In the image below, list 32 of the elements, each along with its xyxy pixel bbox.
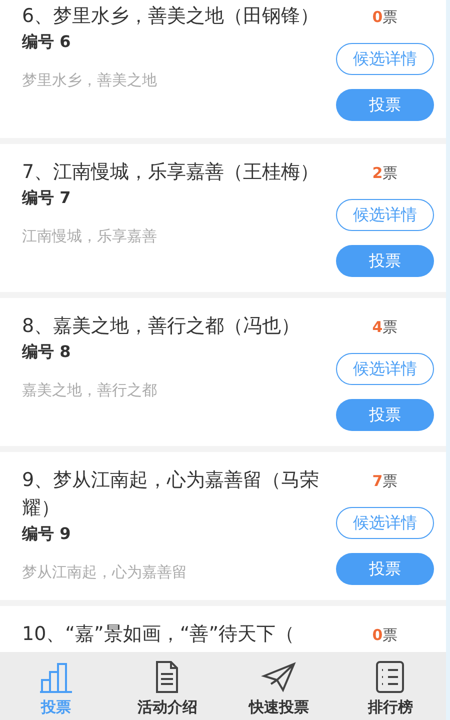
details-button[interactable]: 候选详情 (336, 353, 434, 385)
tab-bar-item[interactable]: 排行榜 (334, 652, 446, 720)
candidate-slogan: 梦里水乡，善美之地 (22, 71, 158, 90)
candidate-number: 编号 8 (22, 342, 72, 363)
candidate-slogan: 梦从江南起，心为嘉善留 (22, 563, 188, 582)
bar-chart-icon (38, 660, 74, 694)
candidate-title: 6、梦里水乡，善美之地（田钢锋） (22, 4, 320, 29)
tab-bar-item[interactable]: 活动介绍 (112, 652, 223, 720)
candidate-slogan: 江南慢城，乐享嘉善 (22, 227, 158, 246)
details-button[interactable]: 候选详情 (336, 43, 434, 75)
details-button[interactable]: 候选详情 (336, 507, 434, 539)
vote-button[interactable]: 投票 (336, 89, 434, 121)
tab-bar-item[interactable]: 快速投票 (223, 652, 334, 720)
paper-plane-icon (260, 660, 297, 694)
vote-count: 0票 (371, 626, 399, 645)
candidate-title: 9、梦从江南起，心为嘉善留（马荣耀） (22, 468, 320, 521)
candidate-number: 编号 6 (22, 32, 72, 53)
vote-count: 7票 (371, 472, 399, 491)
vote-count: 2票 (371, 164, 399, 183)
candidate-slogan: 嘉美之地，善行之都 (22, 381, 158, 400)
vote-count: 4票 (371, 318, 399, 337)
details-button[interactable]: 候选详情 (336, 199, 434, 231)
candidate-title: 10、“嘉”景如画，“善”待天下（ (22, 622, 296, 647)
tab-bar-item[interactable]: 投票 (0, 652, 112, 720)
vote-button[interactable]: 投票 (336, 399, 434, 431)
vote-count: 0票 (371, 8, 399, 27)
vote-button[interactable]: 投票 (336, 245, 434, 277)
candidate-number: 编号 9 (22, 524, 72, 545)
candidate-title: 8、嘉美之地，善行之都（冯也） (22, 314, 302, 339)
candidate-title: 7、江南慢城，乐享嘉善（王桂梅） (22, 160, 320, 185)
vote-button[interactable]: 投票 (336, 553, 434, 585)
candidate-number: 编号 7 (22, 188, 72, 209)
